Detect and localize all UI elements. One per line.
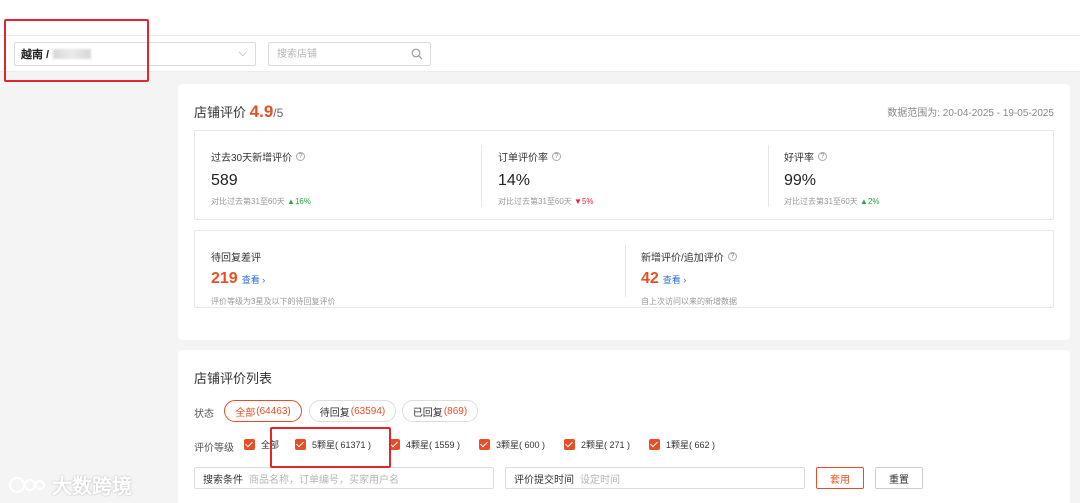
score-total: /5: [273, 106, 284, 120]
shop-score: 4.9: [249, 102, 274, 121]
region-label: 越南 /: [21, 49, 50, 61]
checkbox-checked[interactable]: [649, 439, 660, 450]
list-title: 店铺评价列表: [194, 371, 273, 386]
checkbox-checked[interactable]: [479, 439, 490, 450]
stats-box: 过去30天新增评价? 589 对比过去第31至60天 ▲16% 订单评价率? 1…: [194, 130, 1054, 220]
submit-time-placeholder: 设定时间: [580, 474, 620, 486]
shop-search-box[interactable]: [268, 42, 431, 66]
checkbox-checked[interactable]: [389, 439, 400, 450]
stat-value: 14%: [498, 172, 531, 189]
trend-up: ▲2%: [860, 197, 880, 206]
divider: [481, 145, 482, 207]
checkbox-checked[interactable]: [295, 439, 306, 450]
rating-checkbox-all[interactable]: 全部: [244, 438, 279, 451]
region-select[interactable]: 越南 / ⌵: [14, 42, 256, 66]
review-overview-card: 店铺评价 4.9/5 数据范围为: 20-04-2025 - 19-05-202…: [178, 84, 1070, 340]
shop-search-input[interactable]: [269, 43, 399, 65]
new-additional-reviews: 新增评价/追加评价? 42 查看 › 自上次访问以来的新增数据: [641, 252, 737, 306]
search-condition-field[interactable]: 搜索条件 商品名称，订单编号，买家用户名: [194, 467, 494, 489]
submit-time-field[interactable]: 评价提交时间 设定时间: [505, 467, 805, 489]
review-list-card: 店铺评价列表 状态 全部 (64463) 待回复 (63594) 已回复 (86…: [178, 350, 1070, 503]
blurred-shop-name: [53, 49, 92, 59]
overview-title: 店铺评价 4.9/5: [194, 102, 284, 121]
watermark: 大数跨境: [8, 470, 132, 499]
stat-positive-rate: 好评率? 99% 对比过去第31至60天 ▲2%: [784, 152, 880, 206]
pending-box: 待回复差评 219 查看 › 评价等级为3星及以下的待回复评价 新增评价/追加评价…: [194, 230, 1054, 308]
view-pending-link[interactable]: 查看 ›: [242, 275, 266, 285]
reset-button[interactable]: 重置: [875, 467, 923, 489]
trend-down: ▼5%: [574, 197, 594, 206]
top-strip: [0, 0, 1080, 36]
stat-new-reviews: 过去30天新增评价? 589 对比过去第31至60天 ▲16%: [211, 152, 311, 206]
rating-checkbox-2[interactable]: 2颗星( 271 ): [564, 438, 630, 451]
checkbox-checked[interactable]: [564, 439, 575, 450]
tab-pending[interactable]: 待回复 (63594): [309, 400, 396, 422]
chevron-down-icon: ⌵: [238, 47, 247, 59]
help-icon[interactable]: ?: [727, 252, 737, 261]
help-icon[interactable]: ?: [552, 152, 561, 161]
divider: [625, 245, 626, 297]
rating-checkbox-1[interactable]: 1颗星( 662 ): [649, 438, 715, 451]
help-icon[interactable]: ?: [296, 152, 306, 161]
trend-up: ▲16%: [287, 197, 311, 206]
stat-order-review-rate: 订单评价率? 14% 对比过去第31至60天 ▼5%: [498, 152, 594, 206]
divider: [768, 145, 769, 207]
rating-checkbox-4[interactable]: 4颗星( 1559 ): [389, 438, 460, 451]
view-new-reviews-link[interactable]: 查看 ›: [663, 275, 687, 285]
watermark-logo-icon: [9, 476, 45, 493]
checkbox-checked[interactable]: [244, 439, 255, 450]
date-range: 数据范围为: 20-04-2025 - 19-05-2025: [887, 108, 1054, 119]
pending-value: 219: [211, 270, 238, 287]
search-icon[interactable]: [411, 48, 423, 60]
apply-button[interactable]: 套用: [816, 467, 864, 489]
sidebar: [0, 73, 164, 503]
tab-replied[interactable]: 已回复 (869): [402, 400, 478, 422]
rating-checkbox-3[interactable]: 3颗星( 600 ): [479, 438, 545, 451]
rating-label: 评价等级: [194, 443, 234, 454]
tab-all[interactable]: 全部 (64463): [224, 400, 302, 422]
stat-value: 99%: [784, 172, 817, 189]
status-label: 状态: [194, 409, 214, 420]
search-condition-placeholder: 商品名称，订单编号，买家用户名: [249, 474, 399, 486]
pending-negative-reviews: 待回复差评 219 查看 › 评价等级为3星及以下的待回复评价: [211, 253, 336, 306]
stat-value: 589: [211, 172, 238, 189]
new-reviews-value: 42: [641, 270, 659, 287]
help-icon[interactable]: ?: [818, 152, 827, 161]
filter-bar: 越南 / ⌵: [0, 36, 1080, 72]
rating-checkbox-5[interactable]: 5颗星( 61371 ): [295, 438, 371, 451]
